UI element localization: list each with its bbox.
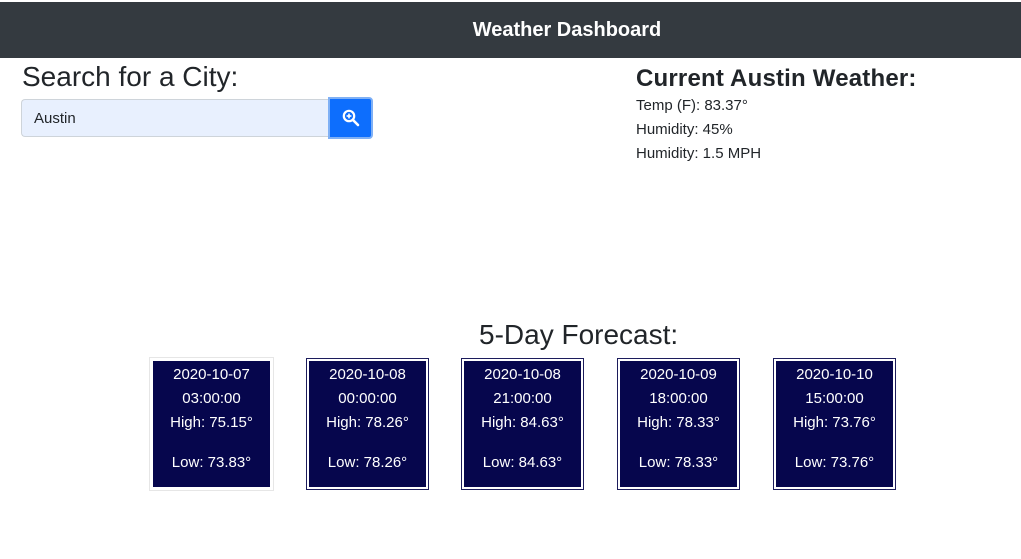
forecast-time: 18:00:00 [649,390,708,407]
forecast-card-body: 2020-10-07 03:00:00 High: 75.15° Low: 73… [153,361,270,487]
current-humidity: Humidity: 45% [636,121,733,138]
navbar-title: Weather Dashboard [472,18,662,41]
forecast-high: High: 73.76° [793,414,876,431]
forecast-card-body: 2020-10-08 00:00:00 High: 78.26° Low: 78… [309,361,426,487]
forecast-low: Low: 78.33° [638,454,719,471]
forecast-time: 21:00:00 [493,390,552,407]
zoom-in-magnifier-icon [342,109,359,127]
search-button[interactable] [328,97,373,139]
forecast-date: 2020-10-08 [329,366,406,383]
forecast-date: 2020-10-10 [796,366,873,383]
forecast-low: Low: 78.26° [327,454,408,471]
search-heading: Search for a City: [22,61,239,92]
forecast-low: Low: 84.63° [482,454,563,471]
current-wind: Humidity: 1.5 MPH [636,145,762,162]
forecast-card: 2020-10-07 03:00:00 High: 75.15° Low: 73… [149,357,274,491]
forecast-high: High: 78.33° [637,414,720,431]
forecast-card-body: 2020-10-10 15:00:00 High: 73.76° Low: 73… [776,361,893,487]
forecast-card: 2020-10-10 15:00:00 High: 73.76° Low: 73… [773,358,896,490]
forecast-date: 2020-10-09 [640,366,717,383]
forecast-heading: 5-Day Forecast: [479,319,679,350]
forecast-card: 2020-10-08 21:00:00 High: 84.63° Low: 84… [461,358,584,490]
forecast-low: Low: 73.76° [794,454,875,471]
forecast-card: 2020-10-08 00:00:00 High: 78.26° Low: 78… [306,358,429,490]
current-weather-heading: Current Austin Weather: [636,65,917,92]
current-temp: Temp (F): 83.37° [636,97,748,114]
forecast-date: 2020-10-07 [173,366,250,383]
forecast-time: 15:00:00 [805,390,864,407]
forecast-card-body: 2020-10-09 18:00:00 High: 78.33° Low: 78… [620,361,737,487]
forecast-card: 2020-10-09 18:00:00 High: 78.33° Low: 78… [617,358,740,490]
forecast-card-body: 2020-10-08 21:00:00 High: 84.63° Low: 84… [464,361,581,487]
forecast-high: High: 75.15° [170,414,253,431]
forecast-time: 03:00:00 [182,390,241,407]
navbar: Weather Dashboard [0,2,1021,58]
forecast-high: High: 78.26° [326,414,409,431]
forecast-time: 00:00:00 [338,390,397,407]
forecast-date: 2020-10-08 [484,366,561,383]
forecast-low: Low: 73.83° [171,454,252,471]
forecast-high: High: 84.63° [481,414,564,431]
city-search-input[interactable] [21,99,328,137]
